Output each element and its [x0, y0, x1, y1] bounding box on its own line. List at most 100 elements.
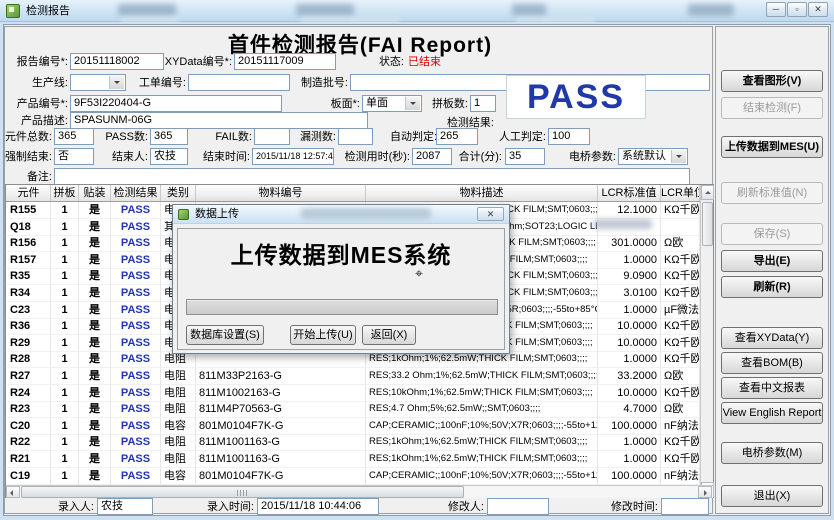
sidebar-button-refresh-standard-value: 刷新标准值(N) — [721, 182, 823, 204]
sidebar-button-view-xydata[interactable]: 查看XYData(Y) — [721, 327, 823, 349]
total-minutes-field[interactable]: 35 — [505, 148, 545, 165]
production-line-dropdown[interactable] — [70, 74, 126, 91]
redacted-text — [512, 4, 546, 16]
close-button[interactable]: ✕ — [808, 2, 828, 17]
scroll-right-button[interactable] — [698, 486, 712, 498]
cell-lcr-unit: Ω欧 — [661, 368, 700, 385]
sidebar-button-view-graph[interactable]: 查看图形(V) — [721, 70, 823, 92]
panel-count-field[interactable]: 1 — [470, 95, 496, 112]
cell-component: R22 — [7, 434, 51, 451]
product-desc-field[interactable]: SPASUNM-06G — [70, 112, 368, 129]
cell-component: R155 — [7, 202, 51, 219]
sidebar-button-view-english-report[interactable]: View English Report — [721, 402, 823, 424]
dialog-close-button[interactable]: ✕ — [477, 207, 504, 221]
sidebar-button-upload-to-mes[interactable]: 上传数据到MES(U) — [721, 136, 823, 158]
forced-end-field[interactable]: 否 — [54, 148, 94, 165]
modify-time-field[interactable] — [661, 498, 709, 515]
table-row[interactable]: R271是PASS电阻811M33P2163-GRES;33.2 Ohm;1%;… — [6, 368, 700, 385]
column-header-lcr-unit[interactable]: LCR单位 — [661, 185, 700, 201]
table-row[interactable]: R211是PASS电阻811M1001163-GRES;1kOhm;1%;62.… — [6, 451, 700, 468]
return-button[interactable]: 返回(X) — [362, 325, 416, 345]
column-header-desc[interactable]: 物料描述 — [366, 185, 598, 201]
maximize-button[interactable]: ▫ — [787, 2, 807, 17]
entry-time-field[interactable]: 2015/11/18 10:44:06 — [257, 498, 379, 515]
column-header-part-no[interactable]: 物料编号 — [196, 185, 366, 201]
database-settings-button[interactable]: 数据库设置(S) — [186, 325, 264, 345]
horizontal-scroll-thumb[interactable] — [21, 486, 464, 498]
cell-part-no: 811M1001163-G — [196, 434, 366, 451]
scroll-up-button[interactable] — [701, 185, 714, 200]
report-no-label: 报告编号*: — [2, 55, 68, 70]
end-person-field[interactable]: 农技 — [150, 148, 188, 165]
manual-judge-field[interactable]: 100 — [548, 128, 590, 145]
end-time-label: 结束时间: — [196, 150, 250, 165]
cell-panel: 1 — [51, 418, 79, 435]
table-row[interactable]: R241是PASS电阻811M1002163-GRES;10kOhm;1%;62… — [6, 385, 700, 402]
xydata-no-field[interactable]: 20151117009 — [234, 53, 336, 70]
forced-end-label: 强制结束: — [2, 150, 52, 165]
cell-mounted: 是 — [79, 285, 111, 302]
cell-result: PASS — [111, 335, 161, 352]
cell-lcr-unit: Ω欧 — [661, 235, 700, 252]
cell-panel: 1 — [51, 285, 79, 302]
cell-category: 电阻 — [161, 451, 196, 468]
board-side-dropdown[interactable]: 单面 — [362, 95, 422, 112]
dialog-titlebar[interactable]: 数据上传 ✕ — [173, 205, 509, 224]
cell-result: PASS — [111, 202, 161, 219]
cell-result: PASS — [111, 318, 161, 335]
column-header-result[interactable]: 检测结果 — [111, 185, 161, 201]
sidebar-button-view-bom[interactable]: 查看BOM(B) — [721, 352, 823, 374]
table-row[interactable]: C191是PASS电容801M0104F7K-GCAP;CERAMIC;;100… — [6, 468, 700, 485]
column-header-category[interactable]: 类别 — [161, 185, 196, 201]
sidebar-button-export[interactable]: 导出(E) — [721, 250, 823, 272]
chevron-down-icon[interactable] — [671, 150, 686, 163]
table-row[interactable]: R221是PASS电阻811M1001163-GRES;1kOhm;1%;62.… — [6, 434, 700, 451]
minimize-button[interactable]: ─ — [766, 2, 786, 17]
fail-count-label: FAIL数: — [210, 130, 252, 145]
column-header-component[interactable]: 元件 — [7, 185, 51, 201]
chevron-down-icon[interactable] — [405, 97, 420, 110]
end-time-field[interactable]: 2015/11/18 12:57:43 — [252, 148, 334, 165]
auto-judge-field[interactable]: 265 — [436, 128, 478, 145]
scroll-left-button[interactable] — [6, 486, 20, 498]
cell-mounted: 是 — [79, 385, 111, 402]
sidebar-button-refresh[interactable]: 刷新(R) — [721, 276, 823, 298]
column-header-lcr-value[interactable]: LCR标准值 — [598, 185, 661, 201]
component-total-field[interactable]: 365 — [54, 128, 94, 145]
dialog-heading: 上传数据到MES系统 — [178, 236, 504, 270]
sidebar-button-view-chinese-report[interactable]: 查看中文报表 — [721, 377, 823, 399]
column-header-mounted[interactable]: 贴装 — [79, 185, 111, 201]
sidebar-button-exit[interactable]: 退出(X) — [721, 485, 823, 507]
cell-category: 电阻 — [161, 434, 196, 451]
redacted-text — [296, 4, 354, 16]
product-no-field[interactable]: 9F53I220404-G — [70, 95, 282, 112]
cell-lcr-value: 100.0000 — [598, 468, 661, 485]
test-seconds-field[interactable]: 2087 — [412, 148, 452, 165]
work-order-field[interactable] — [188, 74, 290, 91]
auto-judge-label: 自动判定: — [390, 130, 434, 145]
missed-count-field[interactable] — [338, 128, 373, 145]
modifier-field[interactable] — [487, 498, 549, 515]
cell-mounted: 是 — [79, 268, 111, 285]
table-row[interactable]: R231是PASS电阻811M4P70563-GRES;4.7 Ohm;5%;6… — [6, 401, 700, 418]
pass-count-field[interactable]: 365 — [150, 128, 188, 145]
component-total-label: 元件总数: — [2, 130, 52, 145]
horizontal-scrollbar[interactable] — [6, 485, 713, 498]
chevron-down-icon[interactable] — [109, 76, 124, 89]
table-row[interactable]: C201是PASS电容801M0104F7K-GCAP;CERAMIC;;100… — [6, 418, 700, 435]
remark-field[interactable] — [54, 168, 690, 185]
end-person-label: 结束人: — [104, 150, 148, 165]
total-minutes-label: 合计(分): — [456, 150, 502, 165]
modifier-label: 修改人: — [436, 500, 484, 515]
entry-person-field[interactable]: 农技 — [97, 498, 153, 515]
bridge-param-dropdown[interactable]: 系统默认 — [618, 148, 688, 165]
column-header-panel[interactable]: 拼板 — [51, 185, 79, 201]
vertical-scrollbar[interactable] — [700, 185, 713, 497]
test-seconds-label: 检测用时(秒): — [336, 150, 410, 165]
cell-mounted: 是 — [79, 451, 111, 468]
start-upload-button[interactable]: 开始上传(U) — [290, 325, 356, 345]
vertical-scroll-thumb[interactable] — [702, 202, 713, 246]
sidebar-button-bridge-params[interactable]: 电桥参数(M) — [721, 442, 823, 464]
cell-desc: RES;1kOhm;1%;62.5mW;THICK FILM;SMT;0603;… — [366, 434, 598, 451]
fail-count-field[interactable] — [254, 128, 290, 145]
